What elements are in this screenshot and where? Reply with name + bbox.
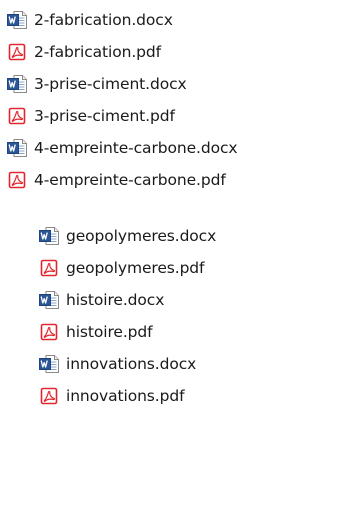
file-item-docx[interactable]: 2-fabrication.docx — [6, 6, 173, 34]
file-name: histoire.docx — [66, 291, 165, 309]
file-item-docx[interactable]: histoire.docx — [38, 286, 164, 314]
pdf-document-icon — [38, 321, 60, 343]
file-name: geopolymeres.docx — [66, 227, 217, 245]
pdf-document-icon — [6, 105, 28, 127]
word-document-icon — [38, 225, 60, 247]
file-item-pdf[interactable]: 2-fabrication.pdf — [6, 38, 161, 66]
file-name: geopolymeres.pdf — [66, 259, 205, 277]
file-name: innovations.docx — [66, 355, 197, 373]
word-document-icon — [6, 73, 28, 95]
file-name: 3-prise-ciment.docx — [34, 75, 187, 93]
file-name: 3-prise-ciment.pdf — [34, 107, 175, 125]
file-name: 4-empreinte-carbone.docx — [34, 139, 238, 157]
file-name: histoire.pdf — [66, 323, 153, 341]
word-document-icon — [38, 353, 60, 375]
file-name: innovations.pdf — [66, 387, 185, 405]
file-item-pdf[interactable]: geopolymeres.pdf — [38, 254, 205, 282]
file-name: 4-empreinte-carbone.pdf — [34, 171, 226, 189]
pdf-document-icon — [38, 385, 60, 407]
file-item-pdf[interactable]: innovations.pdf — [38, 382, 185, 410]
pdf-document-icon — [38, 257, 60, 279]
file-list: 2-fabrication.docx 2-fabrication.pdf 3-p… — [0, 0, 339, 532]
file-item-docx[interactable]: 4-empreinte-carbone.docx — [6, 134, 238, 162]
pdf-document-icon — [6, 169, 28, 191]
file-item-pdf[interactable]: histoire.pdf — [38, 318, 153, 346]
file-item-docx[interactable]: geopolymeres.docx — [38, 222, 216, 250]
file-item-pdf[interactable]: 3-prise-ciment.pdf — [6, 102, 175, 130]
file-name: 2-fabrication.docx — [34, 11, 173, 29]
file-item-pdf[interactable]: 4-empreinte-carbone.pdf — [6, 166, 226, 194]
word-document-icon — [38, 289, 60, 311]
file-item-docx[interactable]: 3-prise-ciment.docx — [6, 70, 187, 98]
file-item-docx[interactable]: innovations.docx — [38, 350, 196, 378]
word-document-icon — [6, 9, 28, 31]
word-document-icon — [6, 137, 28, 159]
file-name: 2-fabrication.pdf — [34, 43, 162, 61]
pdf-document-icon — [6, 41, 28, 63]
